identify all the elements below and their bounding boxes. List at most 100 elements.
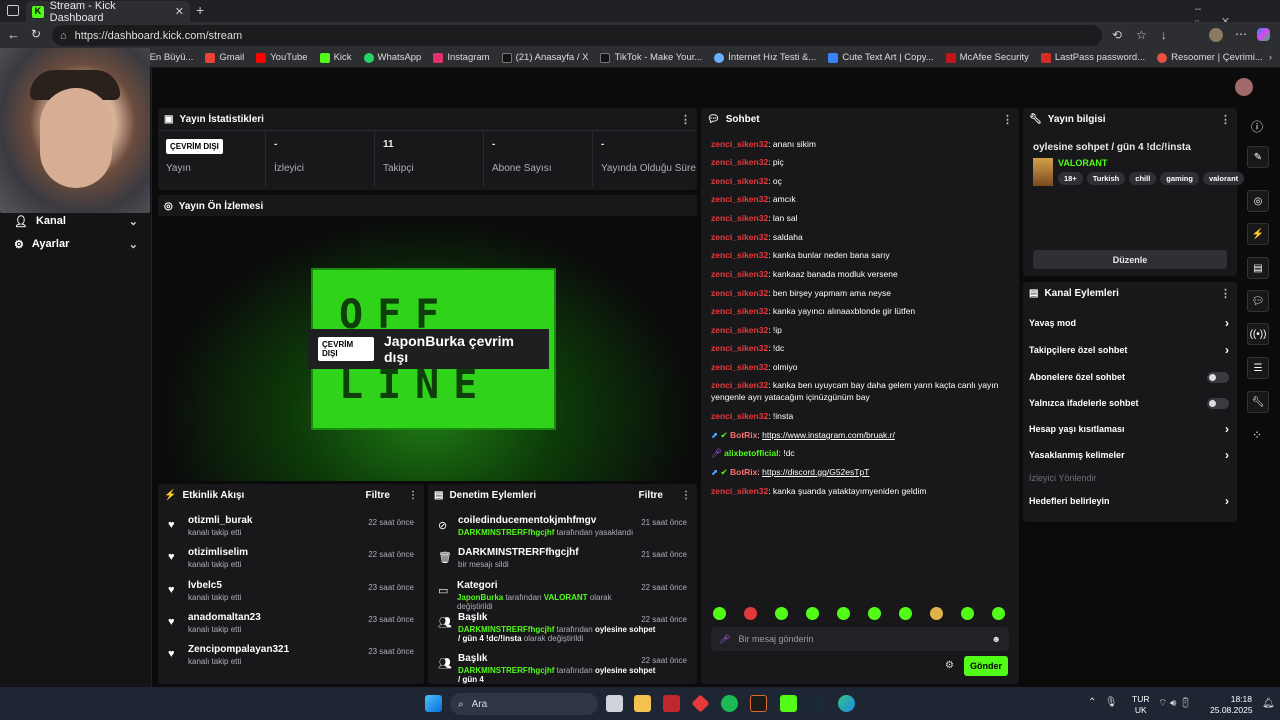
- chevron-right-icon: ›: [1225, 448, 1229, 462]
- action-followers-only[interactable]: Takipçilere özel sohbet ›: [1029, 341, 1229, 359]
- bot-badge-icon: ⬈: [711, 467, 719, 477]
- notification-icon[interactable]: 🔔︎: [1262, 698, 1275, 709]
- app-icon[interactable]: [663, 695, 680, 712]
- list-item: ▭ Kategori JaponBurka tarafından VALORANT…: [438, 580, 687, 611]
- app-icon[interactable]: [750, 695, 767, 712]
- browser-toolbar-icons[interactable]: ⟲☆↓: [1112, 28, 1181, 42]
- emote-icon[interactable]: [806, 607, 819, 620]
- back-icon[interactable]: ←: [7, 27, 20, 42]
- bolt-icon[interactable]: ⚡: [1247, 223, 1269, 245]
- menu-icon[interactable]: ⋯: [1235, 27, 1247, 41]
- toggle-switch[interactable]: [1207, 371, 1229, 383]
- preview-icon[interactable]: ◎: [1247, 190, 1269, 212]
- more-options-icon[interactable]: ⋮: [1220, 287, 1231, 300]
- heart-icon: ♥: [168, 551, 175, 563]
- profile-avatar[interactable]: [1209, 28, 1223, 42]
- toggle-switch[interactable]: [1207, 397, 1229, 409]
- bookmark-item[interactable]: (21) Anasayfa / X: [496, 52, 595, 63]
- filter-button[interactable]: Filtre: [639, 490, 663, 501]
- action-set-targets[interactable]: Hedefleri belirleyin ›: [1029, 492, 1229, 510]
- broadcast-icon[interactable]: ((•)): [1247, 323, 1269, 345]
- chat-input[interactable]: 🎤︎ Bir mesaj gönderin ☻: [711, 627, 1009, 651]
- clock[interactable]: 18:18 25.08.2025: [1210, 694, 1253, 716]
- list-item: ♥ anadomaltan23 kanalı takip etti 23 saat…: [158, 612, 424, 642]
- bookmark-item[interactable]: Cute Text Art | Copy...: [822, 52, 939, 63]
- pencil-icon[interactable]: ✎: [1247, 146, 1269, 168]
- chat-message: zenci_siken32: lan sal: [711, 213, 798, 223]
- system-tray-icons[interactable]: ⌔ 🔊︎ 🔋︎: [1158, 697, 1192, 710]
- emoji-icon[interactable]: ☻: [992, 634, 1001, 644]
- emote-icon[interactable]: [744, 607, 757, 620]
- emote-icon[interactable]: [899, 607, 912, 620]
- more-bookmarks-icon[interactable]: ›: [1269, 52, 1272, 63]
- bookmark-item[interactable]: TikTok - Make Your...: [594, 52, 708, 63]
- bookmark-item[interactable]: Instagram: [427, 52, 495, 63]
- stats-icon: ▣: [164, 113, 174, 125]
- bookmark-item[interactable]: McAfee Security: [940, 52, 1035, 63]
- mic-icon[interactable]: 🎤︎: [719, 634, 730, 645]
- avatar[interactable]: [1235, 78, 1253, 96]
- bookmark-item[interactable]: YouTube: [250, 52, 313, 63]
- file-explorer-icon[interactable]: [634, 695, 651, 712]
- more-options-icon[interactable]: ⋮: [680, 113, 691, 126]
- site-info-icon[interactable]: ⌂: [60, 30, 67, 42]
- emote-icon[interactable]: [868, 607, 881, 620]
- emote-icon[interactable]: [837, 607, 850, 620]
- category-name[interactable]: VALORANT: [1058, 158, 1107, 168]
- send-button[interactable]: Gönder: [964, 656, 1008, 676]
- action-subscribers-only[interactable]: Abonelere özel sohbet: [1029, 368, 1229, 386]
- wrench-icon[interactable]: 🔧︎: [1247, 391, 1269, 413]
- bookmark-item[interactable]: Resoomer | Çevrimi...: [1151, 52, 1269, 63]
- bookmark-item[interactable]: LastPass password...: [1035, 52, 1151, 63]
- chat-link[interactable]: https://www.instagram.com/bruak.r/: [762, 430, 895, 440]
- nav-item-kanal[interactable]: 👤︎ Kanal ⌄: [0, 210, 152, 232]
- input-language[interactable]: TUR UK: [1132, 694, 1149, 716]
- filter-button[interactable]: Filtre: [366, 490, 390, 501]
- chat-link[interactable]: https://discord.gg/G52esTpT: [762, 467, 869, 477]
- emote-icon[interactable]: [713, 607, 726, 620]
- action-slow-mode[interactable]: Yavaş mod ›: [1029, 314, 1229, 332]
- more-options-icon[interactable]: ⋮: [681, 490, 691, 501]
- copilot-icon[interactable]: [1257, 28, 1270, 41]
- emote-icon[interactable]: [775, 607, 788, 620]
- url-field[interactable]: ⌂ https://dashboard.kick.com/stream: [52, 25, 1102, 46]
- action-account-age[interactable]: Hesap yaşı kısıtlaması ›: [1029, 420, 1229, 438]
- bookmark-item[interactable]: İnternet Hız Testi &...: [708, 52, 822, 63]
- more-options-icon[interactable]: ⋮: [1220, 113, 1231, 126]
- info-icon[interactable]: ⓘ: [1251, 118, 1263, 135]
- emote-icon[interactable]: [930, 607, 943, 620]
- steam-icon[interactable]: [809, 695, 826, 712]
- windows-start-icon[interactable]: [425, 695, 442, 712]
- edge-icon[interactable]: [838, 695, 855, 712]
- spotify-icon[interactable]: [721, 695, 738, 712]
- action-emotes-only[interactable]: Yalnızca ifadelerle sohbet: [1029, 394, 1229, 412]
- clipboard-icon[interactable]: ▤: [1247, 257, 1269, 279]
- widgets-icon[interactable]: ⁘: [1252, 428, 1262, 442]
- kick-app-icon[interactable]: [780, 695, 797, 712]
- action-banned-words[interactable]: Yasaklanmış kelimeler ›: [1029, 446, 1229, 464]
- chat-settings-icon[interactable]: ⚙: [945, 660, 954, 671]
- taskbar-search[interactable]: ⌕ Ara: [450, 693, 598, 715]
- search-icon: ⌕: [458, 698, 464, 710]
- browser-tab[interactable]: K Stream - Kick Dashboard ✕: [26, 0, 190, 24]
- bookmark-item[interactable]: WhatsApp: [358, 52, 428, 63]
- bookmark-item[interactable]: Gmail: [199, 52, 250, 63]
- chat-icon[interactable]: 💬︎: [1247, 290, 1269, 312]
- more-options-icon[interactable]: ⋮: [408, 490, 418, 501]
- task-view-icon[interactable]: [606, 695, 623, 712]
- close-tab-icon[interactable]: ✕: [175, 5, 184, 18]
- tray-icons[interactable]: ⌃ 🎙︎: [1088, 697, 1117, 708]
- user-icon: 👤︎: [14, 215, 28, 228]
- new-tab-button[interactable]: +: [196, 2, 204, 18]
- more-options-icon[interactable]: ⋮: [1002, 113, 1013, 126]
- reload-icon[interactable]: ↻: [31, 27, 41, 41]
- edit-button[interactable]: Düzenle: [1033, 250, 1227, 269]
- tab-actions-icon[interactable]: [7, 5, 19, 16]
- sliders-icon[interactable]: ☰: [1247, 357, 1269, 379]
- bookmark-item[interactable]: Kick: [314, 52, 358, 63]
- emote-icon[interactable]: [961, 607, 974, 620]
- preview-header: ◎ Yayın Ön İzlemesi: [158, 195, 697, 217]
- nav-item-ayarlar[interactable]: ⚙ Ayarlar ⌄: [0, 233, 152, 255]
- emote-icon[interactable]: [992, 607, 1005, 620]
- tag-badge: valorant: [1202, 172, 1245, 185]
